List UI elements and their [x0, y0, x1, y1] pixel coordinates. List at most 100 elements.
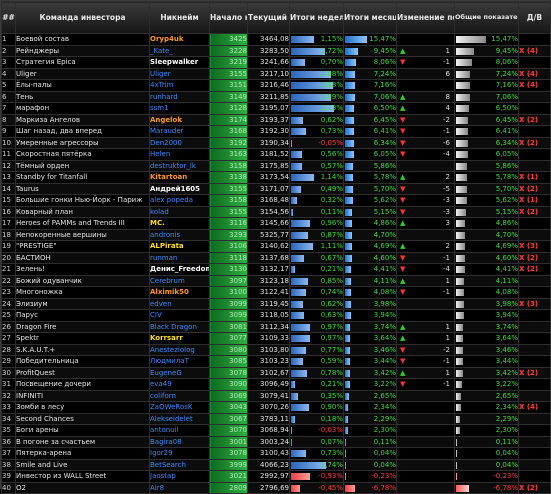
nickname-link[interactable]: runman — [149, 251, 210, 264]
table-row[interactable]: 9 Шаг назад, два вперед Marauder 3168 3192,3… — [1, 125, 551, 138]
table-row[interactable]: 28 S.K.A.U.T.+ Anesteziolog 3080 3103,80 0,77… — [1, 343, 551, 356]
nickname-link[interactable]: Oryp4uk — [149, 33, 210, 46]
nickname-link[interactable]: Денис_Freedom — [149, 263, 210, 276]
nickname-link[interactable]: Alximik50 — [149, 286, 210, 299]
team-name[interactable]: Большие гонки Нью-Йорк - Париж — [15, 194, 150, 207]
header-week[interactable]: Итоги недели — [289, 1, 344, 34]
team-name[interactable]: Боевой состав — [15, 33, 150, 46]
team-name[interactable]: Ёлы-палы — [15, 79, 150, 92]
team-name[interactable]: Зомби в лесу — [15, 401, 150, 414]
header-change[interactable]: Изменение позиций — [396, 1, 455, 34]
nickname-link[interactable]: Alekseidelet — [149, 412, 210, 425]
team-name[interactable]: Скоростная пятёрка — [15, 148, 150, 161]
team-name[interactable]: Маркиза Ангелов — [15, 113, 150, 126]
team-name[interactable]: S.K.A.U.T.+ — [15, 343, 150, 356]
nickname-link[interactable]: eva49 — [149, 378, 210, 391]
team-name[interactable]: Непокоренные вершины — [15, 228, 150, 241]
table-row[interactable]: 5 Ёлы-палы 4xTrim 3151 3216,46 2,08% 7,16% 7,16… — [1, 79, 551, 92]
nickname-link[interactable]: Андрей1605 — [149, 182, 210, 195]
nickname-link[interactable]: ZaQWeRosK — [149, 401, 210, 414]
nickname-link[interactable]: ALPirata — [149, 240, 210, 253]
nickname-link[interactable]: antonuil — [149, 424, 210, 437]
nickname-link[interactable]: ssm1 — [149, 102, 210, 115]
team-name[interactable]: В погоне за счастьем — [15, 435, 150, 448]
team-name[interactable]: Пятерка-арена — [15, 447, 150, 460]
team-name[interactable]: Uliger — [15, 67, 150, 80]
team-name[interactable]: Стратегия Epica — [15, 56, 150, 69]
nickname-link[interactable]: ЛюдмилаТ — [149, 355, 210, 368]
nickname-link[interactable]: CIV — [149, 309, 210, 322]
header-num[interactable]: ## — [1, 1, 16, 34]
nickname-link[interactable]: Marauder — [149, 125, 210, 138]
table-row[interactable]: 12 Тёмный орден destruktor_lk 3158 3175,85 0,… — [1, 159, 551, 172]
nickname-link[interactable]: Anesteziolog — [149, 343, 210, 356]
table-row[interactable]: 39 Инвестор из WALL Street Jaostap 3021 2992… — [1, 470, 551, 483]
team-name[interactable]: Taurus — [15, 182, 150, 195]
table-row[interactable]: 2 Рейнджеры _Kate_ 3228 3283,50 1,72% 9,45% ▲ 1 9… — [1, 44, 551, 57]
team-name[interactable]: Инвестор из WALL Street — [15, 470, 150, 483]
team-name[interactable]: Тёмный орден — [15, 159, 150, 172]
team-name[interactable]: Spektr — [15, 332, 150, 345]
team-name[interactable]: Посвещение дочери — [15, 378, 150, 391]
nickname-link[interactable]: coliforn — [149, 389, 210, 402]
table-row[interactable]: 37 Пятерка-арена Igor29 3078 3100,43 0,73% 0,0… — [1, 447, 551, 460]
nickname-link[interactable]: MC. — [149, 217, 210, 230]
table-row[interactable]: 34 Second Chances Alekseidelet 3067 3783,11 0… — [1, 412, 551, 425]
table-row[interactable]: 33 Зомби в лесу ZaQWeRosK 3043 3070,26 0,90% 2… — [1, 401, 551, 414]
nickname-link[interactable]: Black Dragon — [149, 320, 210, 333]
table-row[interactable]: 19 "PRESTIGE" ALPirata 3106 3140,62 1,11% 4,69… — [1, 240, 551, 253]
nickname-link[interactable]: Korrsarr — [149, 332, 210, 345]
table-row[interactable]: 31 Посвещение дочери eva49 3090 3096,49 0,21%… — [1, 378, 551, 391]
table-row[interactable]: 21 Зелень! Денис_Freedom 3130 3132,17 0,21% 4,… — [1, 263, 551, 276]
table-row[interactable]: 17 Heroes of PAMMs and Trends III MC. 3116 3… — [1, 217, 551, 230]
table-row[interactable]: 3 Стратегия Epica Sleepwalker 3219 3241,66 0,… — [1, 56, 551, 69]
team-name[interactable]: марафон — [15, 102, 150, 115]
table-row[interactable]: 11 Скоростная пятёрка Helen 3163 3181,52 0,56… — [1, 148, 551, 161]
table-row[interactable]: 40 O2 Air8 2809 2796,69 -0,45% -6,78% -6,78% Х (… — [1, 481, 551, 494]
table-row[interactable]: 10 Умеренные агрессоры Den2000 3192 3190,34 -… — [1, 136, 551, 149]
team-name[interactable]: Боги арены — [15, 424, 150, 437]
team-name[interactable]: Second Chances — [15, 412, 150, 425]
header-month[interactable]: Итоги месяца — [343, 1, 397, 34]
nickname-link[interactable]: _Kate_ — [149, 44, 210, 57]
nickname-link[interactable]: Cerebrum — [149, 274, 210, 287]
team-name[interactable]: Умеренные агрессоры — [15, 136, 150, 149]
nickname-link[interactable]: Angelok — [149, 113, 210, 126]
team-name[interactable]: Божий одуванчик — [15, 274, 150, 287]
table-row[interactable]: 23 Многоножка Alximik50 3100 3122,41 0,74% 4,0… — [1, 286, 551, 299]
header-current[interactable]: Текущий результат — [247, 1, 290, 34]
nickname-link[interactable]: Helen — [149, 148, 210, 161]
table-row[interactable]: 16 Коварный план kolad 3155 3154,56 0,11% 5,15… — [1, 205, 551, 218]
nickname-link[interactable]: Uliger — [149, 67, 210, 80]
team-name[interactable]: Рейнджеры — [15, 44, 150, 57]
table-row[interactable]: 38 Smile and Live BetSearch 3999 4066,23 1,74… — [1, 458, 551, 471]
header-team[interactable]: Команда инвестора — [15, 1, 150, 34]
nickname-link[interactable]: Bagira08 — [149, 435, 210, 448]
nickname-link[interactable]: Den2000 — [149, 136, 210, 149]
header-start[interactable]: Начало недели — [209, 1, 248, 34]
table-row[interactable]: 22 Божий одуванчик Cerebrum 3097 3123,18 0,85… — [1, 274, 551, 287]
team-name[interactable]: Элизиум — [15, 297, 150, 310]
header-nick[interactable]: Никнейм — [149, 1, 210, 34]
table-row[interactable]: 20 БАСТИОН runman 3118 3137,68 0,67% 4,60% ▼ -1 4… — [1, 251, 551, 264]
nickname-link[interactable]: EugeneG — [149, 366, 210, 379]
team-name[interactable]: Smile and Live — [15, 458, 150, 471]
team-name[interactable]: Шаг назад, два вперед — [15, 125, 150, 138]
table-row[interactable]: 26 Dragon Fire Black Dragon 3081 3112,34 0,97… — [1, 320, 551, 333]
team-name[interactable]: Standby for Titanfall — [15, 171, 150, 184]
table-row[interactable]: 27 Spektr Korrsarr 3077 3109,33 0,97% 3,64% ▲ 1 3… — [1, 332, 551, 345]
table-row[interactable]: 4 Uliger Uliger 3155 3217,10 1,98% 7,24% 6 7,24%… — [1, 67, 551, 80]
nickname-link[interactable]: Kitartoan — [149, 171, 210, 184]
table-row[interactable]: 7 марафон ssm1 3128 3195,07 2,13% 6,50% ▲ 4 6,50% — [1, 102, 551, 115]
table-row[interactable]: 35 Боги арены antonuil 3070 3068,94 -0,03% 2,3… — [1, 424, 551, 437]
table-row[interactable]: 29 Победительница ЛюдмилаТ 3085 3103,23 0,59%… — [1, 355, 551, 368]
nickname-link[interactable]: Igor29 — [149, 447, 210, 460]
table-row[interactable]: 8 Маркиза Ангелов Angelok 3174 3193,37 0,62% 6… — [1, 113, 551, 126]
team-name[interactable]: Зелень! — [15, 263, 150, 276]
nickname-link[interactable]: runhard — [149, 90, 210, 103]
table-row[interactable]: 25 Парус CIV 3099 3118,05 0,63% 3,94% 3,94% — [1, 309, 551, 322]
nickname-link[interactable]: kolad — [149, 205, 210, 218]
table-row[interactable]: 1 Боевой состав Oryp4uk 3425 3464,08 1,15% 15,… — [1, 33, 551, 46]
team-name[interactable]: Многоножка — [15, 286, 150, 299]
team-name[interactable]: Победительница — [15, 355, 150, 368]
